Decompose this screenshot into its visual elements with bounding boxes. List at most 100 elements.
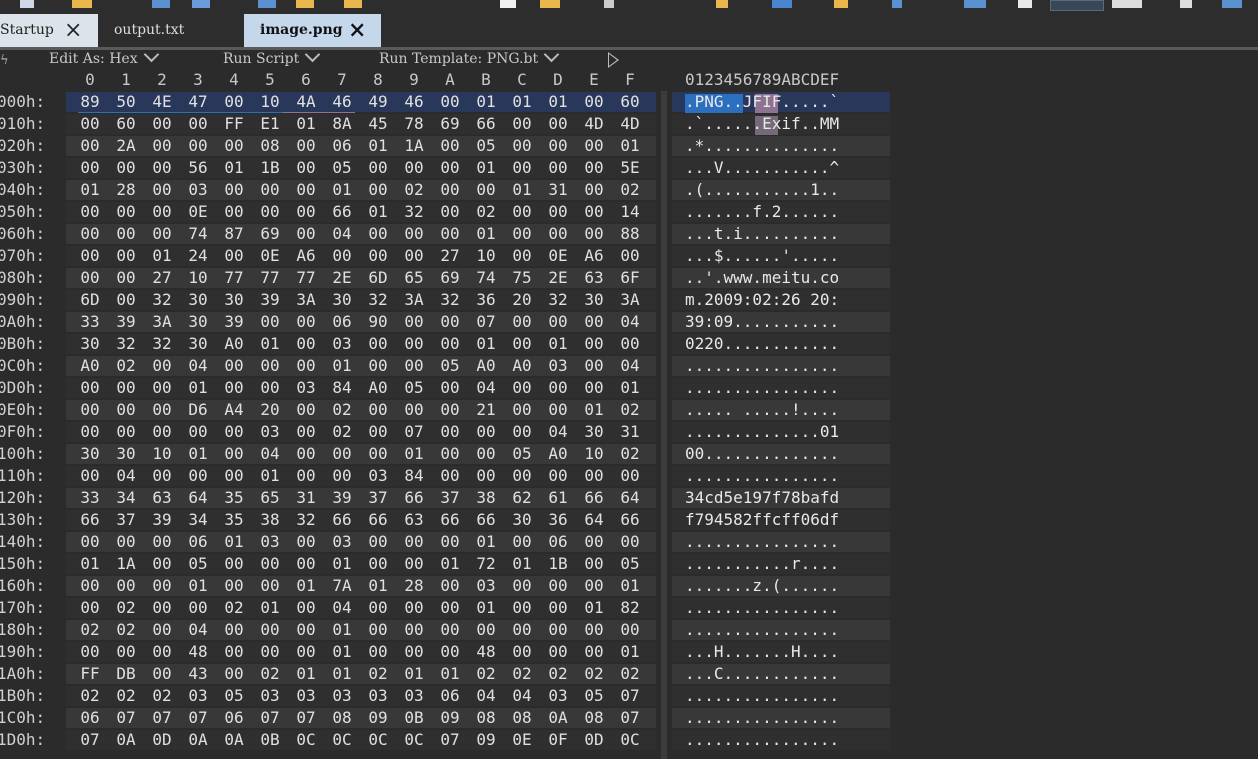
hex-byte[interactable]: 56 xyxy=(180,157,216,179)
hex-byte[interactable]: 00 xyxy=(288,597,324,619)
hex-byte[interactable]: 64 xyxy=(180,487,216,509)
hex-byte[interactable]: 00 xyxy=(360,223,396,245)
hex-byte[interactable]: 00 xyxy=(360,179,396,201)
hex-byte[interactable]: 00 xyxy=(252,179,288,201)
hex-byte[interactable]: 10 xyxy=(144,443,180,465)
hex-byte[interactable]: 00 xyxy=(540,597,576,619)
ascii-text[interactable]: ................ xyxy=(685,531,839,553)
hex-byte[interactable]: 00 xyxy=(72,597,108,619)
hex-byte[interactable]: 02 xyxy=(360,663,396,685)
hex-byte[interactable]: 0B xyxy=(396,707,432,729)
hex-byte[interactable]: 00 xyxy=(576,355,612,377)
hex-byte[interactable]: 4D xyxy=(612,113,648,135)
hex-byte[interactable]: 00 xyxy=(432,157,468,179)
hex-byte[interactable]: 82 xyxy=(612,597,648,619)
hex-byte[interactable]: 01 xyxy=(432,553,468,575)
hex-byte[interactable]: 00 xyxy=(288,311,324,333)
hex-byte[interactable]: 06 xyxy=(540,531,576,553)
hex-row[interactable]: 020h: 00 2A 00 00 00 08 00 06 01 1A 00 05 00 00 00 01 .*.… xyxy=(0,135,1258,157)
ascii-text[interactable]: m.2009:02:26 20: xyxy=(685,289,839,311)
hex-byte[interactable]: 00 xyxy=(540,201,576,223)
hex-byte[interactable]: 37 xyxy=(432,487,468,509)
hex-byte[interactable]: 02 xyxy=(612,179,648,201)
hex-byte[interactable]: 00 xyxy=(288,531,324,553)
hex-byte[interactable]: 0E xyxy=(180,201,216,223)
close-icon[interactable] xyxy=(1180,0,1192,8)
hex-row[interactable]: 1A0h: FF DB 00 43 00 02 01 01 02 01 01 02 02 02 02 02...… xyxy=(0,663,1258,685)
hex-byte[interactable]: 02 xyxy=(612,399,648,421)
hex-byte[interactable]: A0 xyxy=(468,355,504,377)
hex-byte[interactable]: 00 xyxy=(504,597,540,619)
hex-byte[interactable]: 00 xyxy=(504,223,540,245)
hex-byte[interactable]: 01 xyxy=(612,377,648,399)
hex-byte[interactable]: 01 xyxy=(216,157,252,179)
hex-byte[interactable]: A0 xyxy=(216,333,252,355)
hex-byte[interactable]: 62 xyxy=(504,487,540,509)
hex-byte[interactable]: 04 xyxy=(324,597,360,619)
hex-byte[interactable]: 01 xyxy=(360,201,396,223)
hex-byte[interactable]: 49 xyxy=(360,91,396,113)
hex-byte[interactable]: 00 xyxy=(360,157,396,179)
hex-row[interactable]: 050h: 00 00 00 0E 00 00 00 66 01 32 00 02 00 00 00 14...… xyxy=(0,201,1258,223)
hex-byte[interactable]: 00 xyxy=(432,311,468,333)
hex-byte[interactable]: 00 xyxy=(432,465,468,487)
hex-byte[interactable]: 04 xyxy=(180,619,216,641)
hex-byte[interactable]: 07 xyxy=(612,707,648,729)
hex-byte[interactable]: 32 xyxy=(360,289,396,311)
hex-byte[interactable]: 00 xyxy=(72,531,108,553)
hex-byte[interactable]: 03 xyxy=(288,377,324,399)
hex-byte[interactable]: 00 xyxy=(612,465,648,487)
hex-byte[interactable]: 1B xyxy=(540,553,576,575)
hex-byte[interactable]: 01 xyxy=(576,399,612,421)
ascii-text[interactable]: ................ xyxy=(685,597,839,619)
hex-byte[interactable]: 6D xyxy=(360,267,396,289)
hex-byte[interactable]: 00 xyxy=(324,465,360,487)
hex-byte[interactable]: 01 xyxy=(432,663,468,685)
hex-byte[interactable]: 00 xyxy=(396,531,432,553)
undo-icon[interactable] xyxy=(296,0,314,8)
hex-byte[interactable]: 00 xyxy=(360,443,396,465)
hex-byte[interactable]: 00 xyxy=(288,399,324,421)
hex-byte[interactable]: 2E xyxy=(324,267,360,289)
pane-divider[interactable] xyxy=(661,91,667,759)
hex-byte[interactable]: 00 xyxy=(540,377,576,399)
hex-byte[interactable]: 00 xyxy=(288,443,324,465)
document-icon[interactable] xyxy=(152,0,170,8)
hex-byte[interactable]: 00 xyxy=(468,619,504,641)
hex-byte[interactable]: 00 xyxy=(576,311,612,333)
hex-byte[interactable]: 01 xyxy=(612,641,648,663)
redo-icon[interactable] xyxy=(344,0,362,8)
hex-byte[interactable]: 00 xyxy=(216,619,252,641)
hex-byte[interactable]: 08 xyxy=(324,707,360,729)
hex-byte[interactable]: 02 xyxy=(108,355,144,377)
hex-byte[interactable]: 04 xyxy=(540,421,576,443)
hex-byte[interactable]: 00 xyxy=(72,421,108,443)
hex-byte[interactable]: 00 xyxy=(576,333,612,355)
hex-byte[interactable]: 00 xyxy=(252,553,288,575)
ascii-text[interactable]: ..... .....!.... xyxy=(685,399,839,421)
hex-byte[interactable]: 00 xyxy=(612,333,648,355)
hex-byte[interactable]: 07 xyxy=(432,729,468,751)
hex-byte[interactable]: 21 xyxy=(468,399,504,421)
hex-byte[interactable]: 00 xyxy=(576,531,612,553)
back-icon[interactable] xyxy=(1112,0,1142,8)
ascii-text[interactable]: ................ xyxy=(685,465,839,487)
hex-byte[interactable]: 02 xyxy=(216,597,252,619)
hex-byte[interactable]: 31 xyxy=(288,487,324,509)
hex-byte[interactable]: 00 xyxy=(540,575,576,597)
hex-byte[interactable]: 38 xyxy=(252,509,288,531)
hex-byte[interactable]: 03 xyxy=(396,685,432,707)
hex-byte[interactable]: 34 xyxy=(108,487,144,509)
hex-byte[interactable]: 39 xyxy=(324,487,360,509)
hex-byte[interactable]: 00 xyxy=(396,157,432,179)
hex-byte[interactable]: 39 xyxy=(216,311,252,333)
hex-byte[interactable]: 01 xyxy=(252,465,288,487)
hex-byte[interactable]: 00 xyxy=(288,421,324,443)
hex-byte[interactable]: 03 xyxy=(252,685,288,707)
hex-byte[interactable]: 00 xyxy=(576,179,612,201)
hex-byte[interactable]: 02 xyxy=(576,663,612,685)
hex-byte[interactable]: 00 xyxy=(108,289,144,311)
hex-byte[interactable]: 01 xyxy=(360,575,396,597)
hex-byte[interactable]: 00 xyxy=(216,355,252,377)
hex-byte[interactable]: 47 xyxy=(180,91,216,113)
